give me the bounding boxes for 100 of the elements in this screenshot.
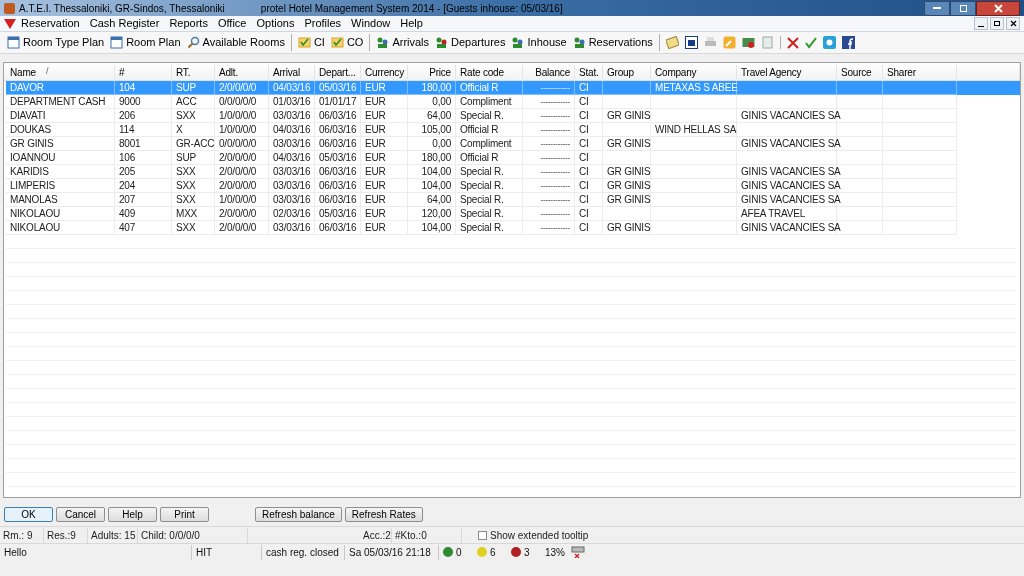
table-row[interactable]: KARIDIS 205 SXX 2/0/0/0/0 03/03/16 06/03/16 EUR 104,00 Special R. ------------ CI GR GINIS GINIS VACANCIES SA — [6, 165, 1020, 179]
table-cell: MANOLAS — [6, 193, 115, 207]
toolbar-button[interactable]: CI — [294, 34, 328, 51]
table-cell: EUR — [361, 151, 408, 165]
table-row[interactable]: NIKOLAOU 409 MXX 2/0/0/0/0 02/03/16 05/03/16 EUR 120,00 Special R. ------------ CI AFEA TRAVEL — [6, 207, 1020, 221]
table-cell: ACC — [172, 95, 215, 109]
extended-tooltip-checkbox[interactable]: Show extended tooltip — [478, 527, 589, 543]
table-cell: 180,00 — [408, 81, 456, 95]
table-cell: Official R — [456, 81, 523, 95]
column-header[interactable]: Group — [603, 65, 651, 79]
table-cell: 204 — [115, 179, 172, 193]
counter-value: 0 — [456, 545, 462, 560]
table-row[interactable]: DOUKAS 114 X 1/0/0/0/0 04/03/16 06/03/16 EUR 105,00 Official R ------------ CI WIND HELLAS SA — [6, 123, 1020, 137]
column-header[interactable]: Sharer — [883, 65, 957, 79]
column-header[interactable]: Travel Agency — [737, 65, 837, 79]
table-cell: 03/03/16 — [269, 137, 315, 151]
dialog-button[interactable]: OK — [4, 506, 53, 522]
close-icon[interactable] — [786, 36, 799, 49]
table-cell: 1/0/0/0/0 — [215, 193, 269, 207]
table-cell: SXX — [172, 165, 215, 179]
column-header[interactable]: Balance — [523, 65, 575, 79]
table-cell: CI — [575, 137, 603, 151]
minimize-button[interactable] — [974, 17, 988, 30]
column-header[interactable]: Arrival — [269, 65, 315, 79]
toolbar-button[interactable]: Departures — [432, 34, 509, 51]
table-cell: 114 — [115, 123, 172, 137]
table-cell: ------------ — [523, 207, 575, 221]
column-header[interactable]: # — [115, 65, 172, 79]
restore-button[interactable] — [950, 0, 976, 16]
column-header[interactable]: Price — [408, 65, 456, 79]
table-cell: EUR — [361, 81, 408, 95]
close-icon — [993, 3, 1003, 13]
summary-label: Acc.:2 — [360, 527, 392, 543]
counter-value: 3 — [524, 545, 530, 560]
toolbar-button[interactable]: CO — [327, 34, 367, 51]
notepad-icon[interactable] — [665, 36, 679, 49]
restore-button[interactable] — [990, 17, 1004, 30]
menu-item[interactable]: Office — [212, 15, 252, 32]
toolbar-button[interactable]: Inhouse — [508, 34, 570, 51]
table-cell: Special R. — [456, 193, 523, 207]
toolbar-button[interactable]: Reservations — [569, 34, 656, 51]
table-cell: 104,00 — [408, 221, 456, 235]
menu-item[interactable]: Help — [395, 15, 428, 32]
dialog-button[interactable]: Help — [108, 506, 157, 522]
column-header[interactable]: RT. — [172, 65, 215, 79]
table-row[interactable]: DEPARTMENT CASH 9000 ACC 0/0/0/0/0 01/03/16 01/01/17 EUR 0,00 Compliment ------------ CI — [6, 95, 1020, 109]
people-icon — [511, 36, 525, 49]
toolbar-button[interactable]: Room Type Plan — [4, 34, 108, 51]
table-cell — [837, 81, 883, 95]
menu-item[interactable]: Options — [251, 15, 300, 32]
close-button[interactable] — [1006, 17, 1020, 30]
column-header[interactable]: Currency — [361, 65, 408, 79]
table-cell: Compliment — [456, 137, 523, 151]
column-header[interactable]: Adlt. — [215, 65, 269, 79]
column-header[interactable]: Source — [837, 65, 883, 79]
close-button[interactable] — [976, 0, 1020, 16]
app-icon — [4, 2, 15, 14]
table-row[interactable]: NIKOLAOU 407 SXX 2/0/0/0/0 03/03/16 06/03/16 EUR 104,00 Special R. ------------ CI GR GINIS GINIS VACANCIES SA — [6, 221, 1020, 235]
table-cell: GR GINIS — [603, 221, 651, 235]
menu-item[interactable]: Profiles — [299, 15, 347, 32]
table-cell: 206 — [115, 109, 172, 123]
toolbar-button[interactable]: Arrivals — [373, 34, 433, 51]
table-cell: 06/03/16 — [315, 193, 361, 207]
magnifier-icon — [186, 36, 200, 49]
table-cell: Special R. — [456, 179, 523, 193]
column-header[interactable]: Depart... — [315, 65, 361, 79]
menu-item[interactable]: Window — [346, 15, 396, 32]
table-row[interactable]: GR GINIS 8001 GR-ACC 0/0/0/0/0 03/03/16 06/03/16 EUR 0,00 Compliment ------------ CI GR GINIS GINIS VACANCIES SA — [6, 137, 1020, 151]
dialog-button[interactable]: Cancel — [56, 506, 105, 522]
menu-item[interactable]: Cash Register — [84, 15, 165, 32]
table-cell: 04/03/16 — [269, 123, 315, 137]
column-header[interactable]: Name / — [6, 65, 115, 79]
toolbar-button[interactable]: Available Rooms — [183, 34, 288, 51]
checkmark-icon[interactable] — [804, 36, 817, 49]
column-header[interactable]: Stat. — [575, 65, 603, 79]
table-cell: X — [172, 123, 215, 137]
table-cell: EUR — [361, 193, 408, 207]
menu-item[interactable]: Reservation — [16, 15, 85, 32]
dialog-button[interactable]: Refresh Rates — [344, 506, 423, 522]
dialog-button[interactable]: Refresh balance — [255, 506, 342, 522]
table-cell: DOUKAS — [6, 123, 115, 137]
table-cell: 104,00 — [408, 165, 456, 179]
table-cell: 0,00 — [408, 137, 456, 151]
app-menu-icon[interactable] — [4, 18, 16, 29]
table-row[interactable]: LIMPERIS 204 SXX 2/0/0/0/0 03/03/16 06/03/16 EUR 104,00 Special R. ------------ CI GR GINIS GINIS VACANCIES SA — [6, 179, 1020, 193]
table-cell: CI — [575, 81, 603, 95]
table-cell: 1/0/0/0/0 — [215, 109, 269, 123]
minimize-button[interactable] — [924, 0, 950, 16]
column-header[interactable]: Company — [651, 65, 737, 79]
menu-item[interactable]: Reports — [164, 15, 213, 32]
table-row[interactable]: DIAVATI 206 SXX 1/0/0/0/0 03/03/16 06/03/16 EUR 64,00 Special R. ------------ CI GR GINIS GINIS VACANCIES SA — [6, 109, 1020, 123]
f-letter-icon[interactable] — [841, 36, 855, 49]
table-row[interactable]: IOANNOU 106 SUP 2/0/0/0/0 04/03/16 05/03/16 EUR 180,00 Official R ------------ CI — [6, 151, 1020, 165]
table-cell: 0/0/0/0/0 — [215, 95, 269, 109]
table-cell: IOANNOU — [6, 151, 115, 165]
dialog-button[interactable]: Print — [160, 506, 209, 522]
table-row[interactable]: MANOLAS 207 SXX 1/0/0/0/0 03/03/16 06/03/16 EUR 64,00 Special R. ------------ CI GR GINIS GINIS VACANCIES SA — [6, 193, 1020, 207]
summary-label: Child: 0/0/0/0 — [138, 527, 248, 543]
column-header[interactable]: Rate code — [456, 65, 523, 79]
toolbar-button[interactable]: Room Plan — [107, 34, 184, 51]
